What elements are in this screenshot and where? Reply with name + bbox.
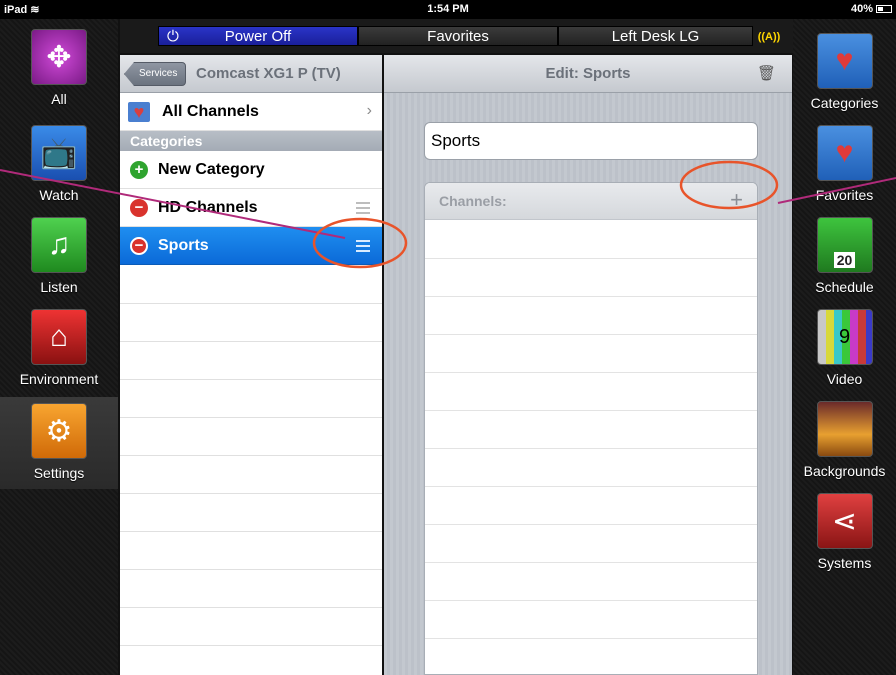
sports-row[interactable]: − Sports xyxy=(120,227,382,265)
rail-item-schedule[interactable]: 20 Schedule xyxy=(793,217,896,309)
services-back-button[interactable]: Services xyxy=(124,62,187,86)
list-divider xyxy=(425,524,757,525)
list-divider xyxy=(425,562,757,563)
status-bar: iPad ≋ 1:54 PM 40% xyxy=(0,0,896,19)
rail-item-video[interactable]: 9 Video xyxy=(793,309,896,401)
top-bar: ⏻ Power Off Favorites Left Desk LG ((A)) xyxy=(120,19,793,53)
rail-item-settings[interactable]: ⚙ Settings xyxy=(0,397,118,489)
channels-list: Channels: + xyxy=(424,182,758,675)
home-icon: ⌂ xyxy=(31,309,87,365)
list-divider xyxy=(425,486,757,487)
list-title: Comcast XG1 P (TV) xyxy=(196,65,341,82)
hd-channels-row[interactable]: − HD Channels xyxy=(120,189,382,227)
list-divider xyxy=(120,607,382,608)
rail-item-listen[interactable]: ♫ Listen xyxy=(0,217,118,309)
rail-item-systems[interactable]: ⋖ Systems xyxy=(793,493,896,585)
new-category-row[interactable]: + New Category xyxy=(120,151,382,189)
list-navbar: Services Comcast XG1 P (TV) xyxy=(120,55,382,93)
room-selector[interactable]: Left Desk LG xyxy=(558,26,753,46)
add-icon[interactable]: + xyxy=(130,161,148,179)
reorder-handle-icon[interactable] xyxy=(356,240,370,252)
list-divider xyxy=(120,531,382,532)
status-battery: 40% xyxy=(851,3,892,15)
reorder-handle-icon[interactable] xyxy=(356,202,370,214)
gears-icon: ⚙ xyxy=(31,403,87,459)
list-divider xyxy=(425,372,757,373)
list-divider xyxy=(425,334,757,335)
category-list-panel: Services Comcast XG1 P (TV) ♥ All Channe… xyxy=(120,55,382,675)
power-icon: ⏻ xyxy=(167,28,179,45)
tv-icon: 📺 xyxy=(31,125,87,181)
heart-plus-icon: ♥ xyxy=(816,125,873,181)
rail-item-watch[interactable]: 📺 Watch xyxy=(0,125,118,217)
calendar-icon: 20 xyxy=(816,217,873,273)
rail-item-backgrounds[interactable]: Backgrounds xyxy=(793,401,896,493)
all-channels-row[interactable]: ♥ All Channels › xyxy=(120,93,382,131)
remove-icon[interactable]: − xyxy=(130,237,148,255)
status-time: 1:54 PM xyxy=(427,3,469,15)
list-divider xyxy=(120,379,382,380)
network-icon: ⋖ xyxy=(816,493,873,549)
trash-icon[interactable]: 🗑 xyxy=(757,64,776,82)
film-icon: 9 xyxy=(816,309,873,365)
list-divider xyxy=(120,417,382,418)
list-divider xyxy=(120,303,382,304)
sunset-icon xyxy=(816,401,873,457)
list-divider xyxy=(425,638,757,639)
list-divider xyxy=(425,296,757,297)
antenna-icon[interactable]: ((A)) xyxy=(756,25,782,49)
heart-icon: ♥ xyxy=(128,102,150,122)
edit-title: Edit: Sports xyxy=(545,65,631,82)
category-name-input[interactable]: Sports xyxy=(424,122,758,160)
list-divider xyxy=(120,569,382,570)
list-divider xyxy=(120,341,382,342)
channels-header: Channels: + xyxy=(425,183,757,220)
list-divider xyxy=(425,258,757,259)
categories-section-header: Categories xyxy=(120,131,382,151)
rail-item-categories[interactable]: ♥ Categories xyxy=(793,33,896,125)
edit-category-panel: Edit: Sports 🗑 Sports Channels: + xyxy=(384,55,792,675)
list-divider xyxy=(425,410,757,411)
battery-icon xyxy=(876,5,892,13)
remove-icon[interactable]: − xyxy=(130,199,148,217)
list-divider xyxy=(120,493,382,494)
list-divider xyxy=(120,645,382,646)
music-note-icon: ♫ xyxy=(31,217,87,273)
edit-navbar: Edit: Sports 🗑 xyxy=(384,55,792,93)
add-channel-button[interactable]: + xyxy=(730,187,743,213)
power-off-button[interactable]: ⏻ Power Off xyxy=(158,26,358,46)
list-divider xyxy=(120,455,382,456)
rail-item-all[interactable]: ✥ All xyxy=(0,29,118,121)
left-rail: ✥ All 📺 Watch ♫ Listen ⌂ Environment ⚙ S… xyxy=(0,19,118,675)
heart-icon: ♥ xyxy=(816,33,873,89)
favorites-button[interactable]: Favorites xyxy=(358,26,558,46)
list-divider xyxy=(425,600,757,601)
rail-item-favorites[interactable]: ♥ Favorites xyxy=(793,125,896,217)
rail-item-environment[interactable]: ⌂ Environment xyxy=(0,309,118,401)
list-divider xyxy=(425,448,757,449)
chevron-right-icon: › xyxy=(366,102,372,119)
compass-icon: ✥ xyxy=(31,29,87,85)
right-rail: ♥ Categories ♥ Favorites 20 Schedule 9 V… xyxy=(793,19,896,675)
